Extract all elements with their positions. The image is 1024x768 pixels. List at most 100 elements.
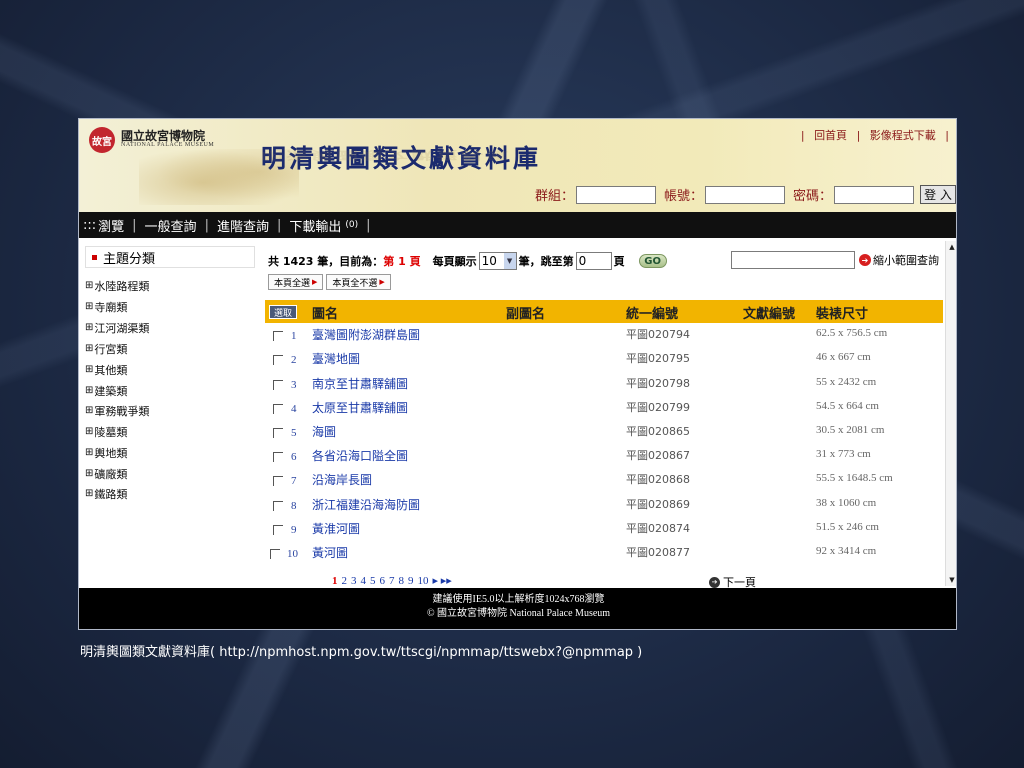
sidebar-item[interactable]: ⊞ 輿地類 [85, 445, 127, 461]
row-title-link[interactable]: 太原至甘肅驛舖圖 [312, 399, 408, 416]
per-page-select[interactable]: 10 ▼ [478, 252, 517, 270]
page-link[interactable]: 7 [389, 575, 395, 587]
row-number: 8 [291, 500, 297, 512]
browser-recommendation: 建議使用IE5.0以上解析度1024x768瀏覽 [432, 594, 605, 605]
select-all-label: 本頁全選 [274, 278, 311, 289]
group-label: 群組： [534, 189, 574, 204]
sidebar-item[interactable]: ⊞ 建築類 [85, 383, 127, 399]
vertical-scrollbar[interactable]: ▲ ▼ [945, 241, 956, 586]
row-title-link[interactable]: 臺灣圖附澎湖群島圖 [312, 326, 420, 343]
more-pages-icon[interactable]: ▸ ▸▸ [433, 574, 452, 587]
sidebar-item[interactable]: ⊞ 行宮類 [85, 341, 127, 357]
table-row: 7 沿海岸長圖 平圖020868 55.5 x 1648.5 cm [265, 469, 943, 491]
expand-plus-icon[interactable]: ⊞ [85, 469, 93, 479]
arrow-right-icon[interactable]: ➔ [859, 254, 871, 266]
group-input[interactable] [575, 185, 656, 204]
sidebar-item[interactable]: ⊞ 其他類 [85, 362, 127, 378]
nav-browse[interactable]: 瀏覽 [98, 216, 124, 235]
table-row: 5 海圖 平圖020865 30.5 x 2081 cm [265, 421, 943, 443]
page-link[interactable]: 9 [408, 575, 414, 587]
select-all-button[interactable]: 本頁全選 ▶ [268, 274, 324, 290]
download-count: (0) [345, 220, 359, 230]
sidebar-item-label: 礦廠類 [94, 468, 128, 481]
expand-plus-icon[interactable]: ⊞ [85, 489, 93, 499]
row-checkbox[interactable] [273, 452, 283, 462]
narrow-search-input[interactable] [731, 251, 855, 269]
sidebar-item[interactable]: ⊞ 寺廟類 [85, 299, 127, 315]
row-size: 55 x 2432 cm [816, 376, 877, 388]
expand-plus-icon[interactable]: ⊞ [85, 365, 93, 375]
select-column-button[interactable]: 選取 [269, 305, 297, 319]
page-link[interactable]: 10 [418, 575, 429, 587]
scroll-up-icon[interactable]: ▲ [946, 241, 956, 253]
row-checkbox[interactable] [273, 476, 283, 486]
go-button[interactable]: GO [638, 254, 667, 268]
deselect-all-button[interactable]: 本頁全不選 ▶ [326, 274, 391, 290]
row-checkbox[interactable] [273, 404, 283, 414]
per-page-value: 10 [481, 254, 497, 268]
row-title-link[interactable]: 南京至甘肅驛舖圖 [312, 375, 408, 392]
page-link[interactable]: 8 [399, 575, 405, 587]
table-header: 選取 圖名 副圖名 統一編號 文獻編號 裝裱尺寸 [265, 300, 943, 323]
row-title-link[interactable]: 黃河圖 [312, 544, 348, 561]
expand-plus-icon[interactable]: ⊞ [85, 386, 93, 396]
sidebar-item-label: 陵墓類 [94, 426, 128, 439]
expand-plus-icon[interactable]: ⊞ [85, 323, 93, 333]
row-title-link[interactable]: 浙江福建沿海海防圖 [312, 496, 420, 513]
top-link-sep: | [945, 129, 949, 142]
expand-plus-icon[interactable]: ⊞ [85, 344, 93, 354]
scroll-down-icon[interactable]: ▼ [946, 574, 956, 586]
sidebar-item-label: 寺廟類 [94, 301, 128, 314]
expand-plus-icon[interactable]: ⊞ [85, 302, 93, 312]
row-title-link[interactable]: 海圖 [312, 423, 336, 440]
page-link[interactable]: 5 [370, 575, 376, 587]
image-software-download-link[interactable]: 影像程式下載 [870, 129, 936, 142]
sidebar-title-text: 主題分類 [103, 251, 156, 267]
sidebar-item[interactable]: ⊞ 軍務戰爭類 [85, 403, 149, 419]
narrow-search-link[interactable]: 縮小範圍查詢 [873, 252, 939, 268]
page-link[interactable]: 2 [342, 575, 348, 587]
row-checkbox[interactable] [273, 380, 283, 390]
row-checkbox[interactable] [270, 549, 280, 559]
expand-plus-icon[interactable]: ⊞ [85, 427, 93, 437]
row-title-link[interactable]: 黃淮河圖 [312, 520, 360, 537]
chevron-down-icon[interactable]: ▼ [503, 253, 516, 269]
nav-general-search[interactable]: 一般查詢 [145, 216, 197, 235]
triangle-right-icon: ▶ [379, 278, 385, 286]
nav-advanced-search[interactable]: 進階查詢 [217, 216, 269, 235]
row-checkbox[interactable] [273, 331, 283, 341]
sidebar-item[interactable]: ⊞ 鐵路類 [85, 486, 127, 502]
expand-plus-icon[interactable]: ⊞ [85, 406, 93, 416]
pagination: 1 2 3 4 5 6 7 8 9 10 ▸ ▸▸ [332, 574, 452, 588]
nav-download-export[interactable]: 下載輸出 [289, 216, 341, 235]
page-link[interactable]: 3 [351, 575, 357, 587]
account-input[interactable] [704, 185, 785, 204]
expand-plus-icon[interactable]: ⊞ [85, 281, 93, 291]
page-link[interactable]: 4 [361, 575, 367, 587]
row-checkbox[interactable] [273, 355, 283, 365]
password-input[interactable] [834, 185, 914, 204]
row-title-link[interactable]: 臺灣地圖 [312, 350, 360, 367]
row-title-link[interactable]: 各省沿海口隘全圖 [312, 447, 408, 464]
jump-page-input[interactable]: 0 [575, 252, 612, 270]
row-title-link[interactable]: 沿海岸長圖 [312, 471, 372, 488]
sidebar-item[interactable]: ⊞ 礦廠類 [85, 466, 127, 482]
col-header-uid: 統一編號 [626, 307, 679, 322]
row-checkbox[interactable] [273, 525, 283, 535]
sidebar-item[interactable]: ⊞ 陵墓類 [85, 424, 127, 440]
row-checkbox[interactable] [273, 428, 283, 438]
page-link[interactable]: 6 [380, 575, 386, 587]
expand-plus-icon[interactable]: ⊞ [85, 448, 93, 458]
sidebar-item[interactable]: ⊞ 江河湖渠類 [85, 320, 149, 336]
sidebar-item-label: 軍務戰爭類 [94, 405, 150, 418]
row-checkbox[interactable] [273, 501, 283, 511]
table-row: 4 太原至甘肅驛舖圖 平圖020799 54.5 x 664 cm [265, 397, 943, 419]
sidebar-item[interactable]: ⊞ 水陸路程類 [85, 278, 149, 294]
nav-sep: | [204, 217, 209, 233]
jump-label: 筆，跳至第 [518, 255, 574, 268]
row-uid: 平圖020865 [626, 425, 690, 438]
museum-logo-icon[interactable]: 故宮 [89, 127, 115, 153]
home-link[interactable]: 回首頁 [814, 129, 847, 142]
row-number: 5 [291, 427, 297, 439]
login-button[interactable]: 登 入 [920, 185, 956, 204]
